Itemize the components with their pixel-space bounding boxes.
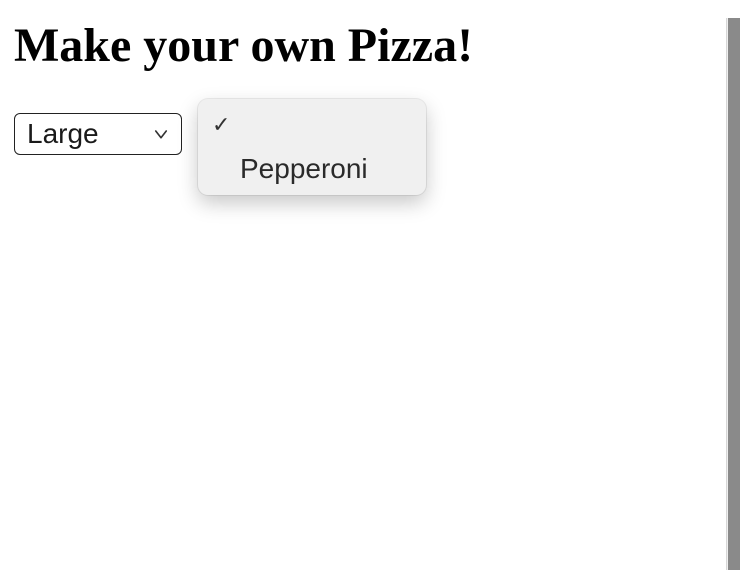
topping-dropdown[interactable]: ✓ Pepperoni	[198, 99, 426, 195]
size-select[interactable]: Large	[14, 113, 182, 155]
page-title: Make your own Pizza!	[14, 18, 740, 73]
scrollbar-thumb[interactable]	[728, 18, 740, 570]
dropdown-option-pepperoni[interactable]: Pepperoni	[198, 147, 426, 191]
controls-row: Large ✓ Pepperoni	[14, 113, 740, 155]
chevron-down-icon	[151, 124, 171, 144]
size-select-value: Large	[27, 120, 99, 148]
vertical-scrollbar[interactable]	[726, 18, 740, 570]
dropdown-option-label: Pepperoni	[240, 155, 368, 183]
checkmark-icon: ✓	[212, 112, 238, 138]
dropdown-option-empty[interactable]: ✓	[198, 103, 426, 147]
